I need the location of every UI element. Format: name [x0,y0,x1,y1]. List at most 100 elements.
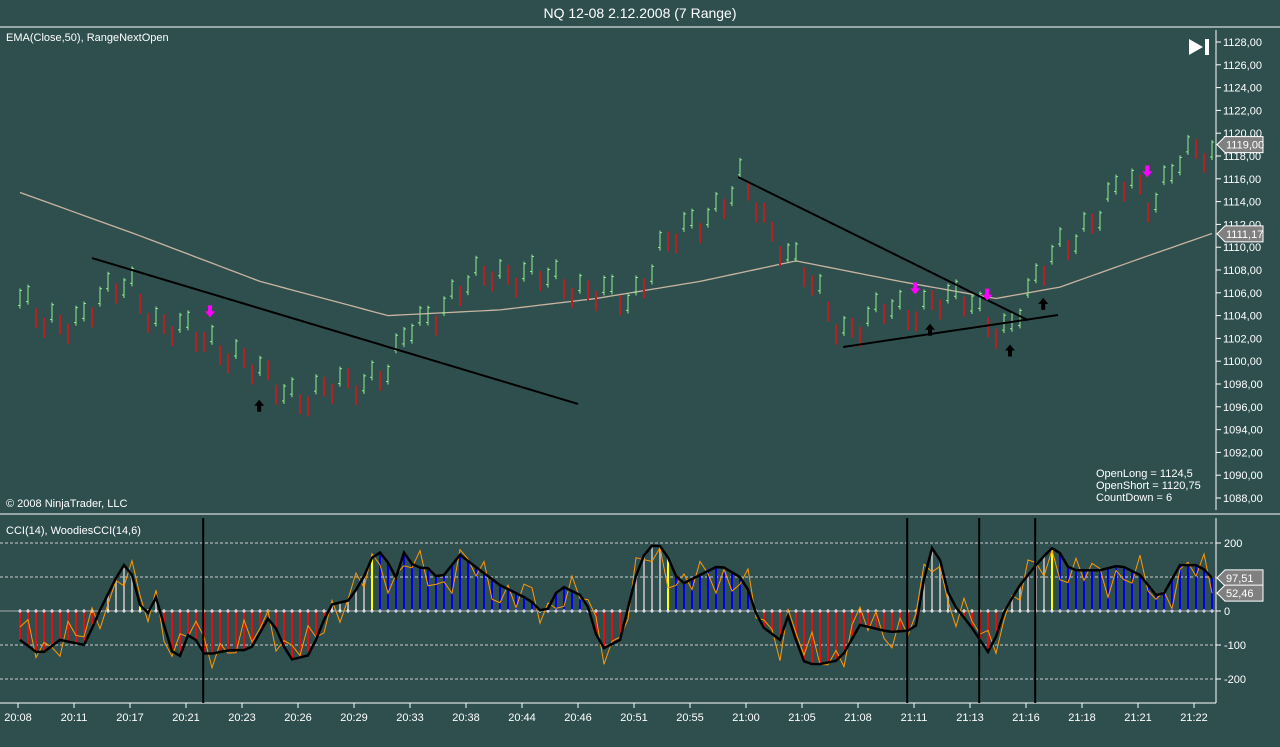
zero-marker [1210,609,1214,613]
zero-marker [994,609,998,613]
zero-marker [1114,609,1118,613]
price-tick-label: 1122,00 [1223,105,1262,117]
price-tick-label: 1104,00 [1223,311,1262,323]
zero-marker [186,609,190,613]
price-tick-label: 1096,00 [1223,402,1263,414]
zero-marker [258,609,262,613]
zero-marker [922,609,926,613]
chart-canvas[interactable]: 1128,001126,001124,001122,001120,001118,… [0,0,1280,747]
zero-marker [18,609,22,613]
zero-marker [602,609,606,613]
cci-value-label: 52,46 [1226,588,1254,600]
ema-line [19,191,1213,317]
zero-marker [1058,609,1062,613]
cci-panel-title: CCI(14), WoodiesCCI(14,6) [6,525,141,537]
zero-marker [698,609,702,613]
skip-end-icon [1189,39,1209,55]
zero-marker [762,609,766,613]
time-label: 20:17 [116,712,144,724]
zero-marker [898,609,902,613]
zero-marker [210,609,214,613]
price-tick-label: 1110,00 [1223,242,1261,254]
time-label: 20:55 [676,712,704,724]
price-tick-label: 1124,00 [1223,83,1262,95]
zero-marker [722,609,726,613]
time-label: 21:08 [844,712,872,724]
time-label: 21:05 [788,712,816,724]
zero-marker [218,609,222,613]
zero-marker [1162,609,1166,613]
zero-marker [1010,609,1014,613]
price-tick-label: 1100,00 [1223,356,1262,368]
zero-marker [970,609,974,613]
zero-marker [562,609,566,613]
time-label: 20:44 [508,712,536,724]
open-long: OpenLong = 1124,5 [1096,468,1193,480]
time-label: 20:26 [284,712,312,724]
zero-marker [450,609,454,613]
zero-marker [1178,609,1182,613]
zero-marker [706,609,710,613]
price-tick-label: 1128,00 [1223,37,1262,49]
zero-marker [690,609,694,613]
zero-marker [674,609,678,613]
cci-tick-label: 200 [1224,538,1242,550]
zero-marker [778,609,782,613]
zero-marker [362,609,366,613]
zero-marker [58,609,62,613]
zero-marker [170,609,174,613]
short-arrow-icon [205,305,215,318]
zero-marker [594,609,598,613]
zero-marker [1122,609,1126,613]
zero-marker [794,609,798,613]
last-price-label: 1119,00 [1226,140,1264,152]
zero-marker [226,609,230,613]
zero-marker [650,609,654,613]
zero-marker [386,609,390,613]
zero-marker [410,609,414,613]
zero-marker [506,609,510,613]
zero-marker [826,609,830,613]
price-tick-label: 1108,00 [1223,265,1262,277]
zero-marker [834,609,838,613]
price-tick-label: 1106,00 [1223,288,1262,300]
zero-marker [802,609,806,613]
zero-marker [514,609,518,613]
zero-marker [890,609,894,613]
time-label: 20:23 [228,712,256,724]
long-arrow-icon [1038,297,1049,310]
scroll-to-end-button[interactable] [1188,37,1212,57]
zero-marker [442,609,446,613]
zero-marker [250,609,254,613]
zero-marker [242,609,246,613]
time-label: 20:33 [396,712,424,724]
long-arrow-icon [254,399,265,412]
zero-marker [714,609,718,613]
zero-marker [938,609,942,613]
time-label: 21:16 [1012,712,1040,724]
zero-marker [66,609,70,613]
time-label: 21:11 [901,712,928,724]
zero-marker [490,609,494,613]
time-label: 21:22 [1180,712,1208,724]
zero-marker [34,609,38,613]
zero-marker [658,609,662,613]
zero-marker [42,609,46,613]
zero-marker [82,609,86,613]
price-tick-label: 1116,00 [1223,174,1261,186]
zero-marker [986,609,990,613]
zero-marker [578,609,582,613]
zero-marker [930,609,934,613]
zero-marker [1194,609,1198,613]
zero-marker [1154,609,1158,613]
ema-value-label: 1111,17 [1226,229,1263,241]
zero-marker [642,609,646,613]
cci-line [19,546,1213,670]
zero-marker [290,609,294,613]
zero-marker [1202,609,1206,613]
zero-marker [394,609,398,613]
zero-marker [458,609,462,613]
zero-marker [1050,609,1054,613]
zero-marker [746,609,750,613]
woodies-cci-line [19,544,1213,666]
